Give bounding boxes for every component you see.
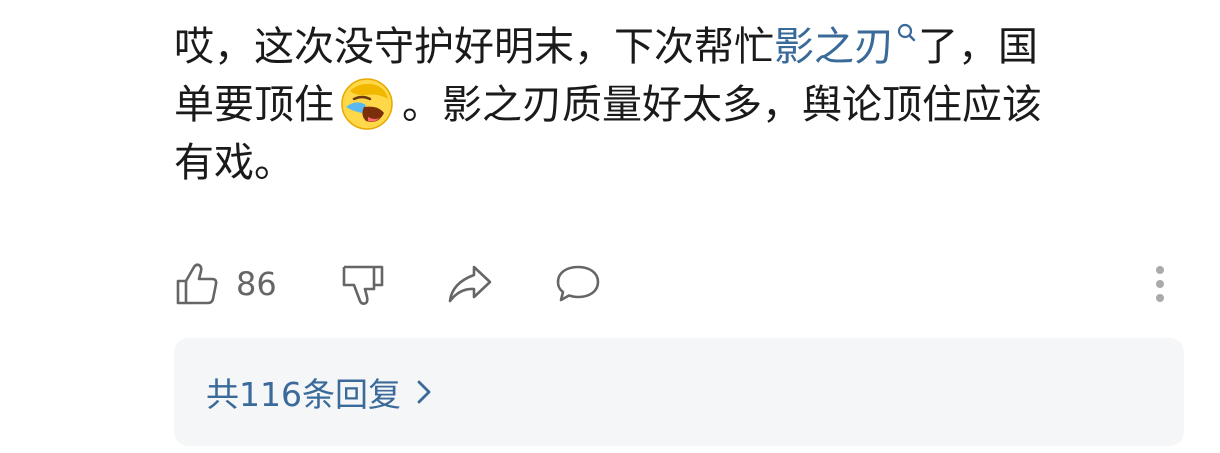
replies-count-label: 共116条回复 bbox=[206, 375, 401, 414]
comment-text: 哎，这次没守护好明末，下次帮忙 bbox=[174, 24, 774, 70]
thumbs-up-icon bbox=[176, 263, 218, 305]
share-button[interactable] bbox=[446, 258, 494, 310]
view-replies-button[interactable]: 共116条回复 bbox=[174, 338, 1184, 446]
like-count: 86 bbox=[236, 265, 277, 303]
chat-bubble-icon bbox=[556, 265, 600, 302]
keyword-link-label: 影之刃 bbox=[774, 24, 894, 70]
comment-text: 单要顶住 bbox=[174, 82, 334, 128]
share-arrow-icon bbox=[448, 265, 492, 303]
comment-body: 哎，这次没守护好明末，下次帮忙影之刃 了，国 单要顶住 。影之刃质量好太多，舆论顶… bbox=[174, 18, 1174, 192]
thumbs-down-icon bbox=[342, 265, 384, 305]
comment-text: 了，国 bbox=[918, 24, 1038, 70]
keyword-search-link[interactable]: 影之刃 bbox=[774, 23, 918, 70]
comment-text: 。影之刃质量好太多，舆论顶住应该 bbox=[402, 82, 1042, 128]
comment-line-2: 单要顶住 。影之刃质量好太多，舆论顶住应该 bbox=[174, 76, 1174, 134]
reply-button[interactable] bbox=[554, 258, 602, 310]
search-icon bbox=[897, 23, 916, 42]
comment-line-3: 有戏。 bbox=[174, 140, 294, 186]
comment-line-1: 哎，这次没守护好明末，下次帮忙影之刃 了，国 bbox=[174, 18, 1174, 76]
chevron-right-icon bbox=[417, 380, 431, 404]
comment-action-bar: 86 bbox=[174, 258, 1174, 310]
dislike-button[interactable] bbox=[340, 258, 386, 310]
like-button[interactable]: 86 bbox=[174, 258, 277, 310]
laughing-with-tears-emoji-icon bbox=[341, 78, 393, 130]
more-options-icon[interactable] bbox=[1154, 264, 1166, 304]
